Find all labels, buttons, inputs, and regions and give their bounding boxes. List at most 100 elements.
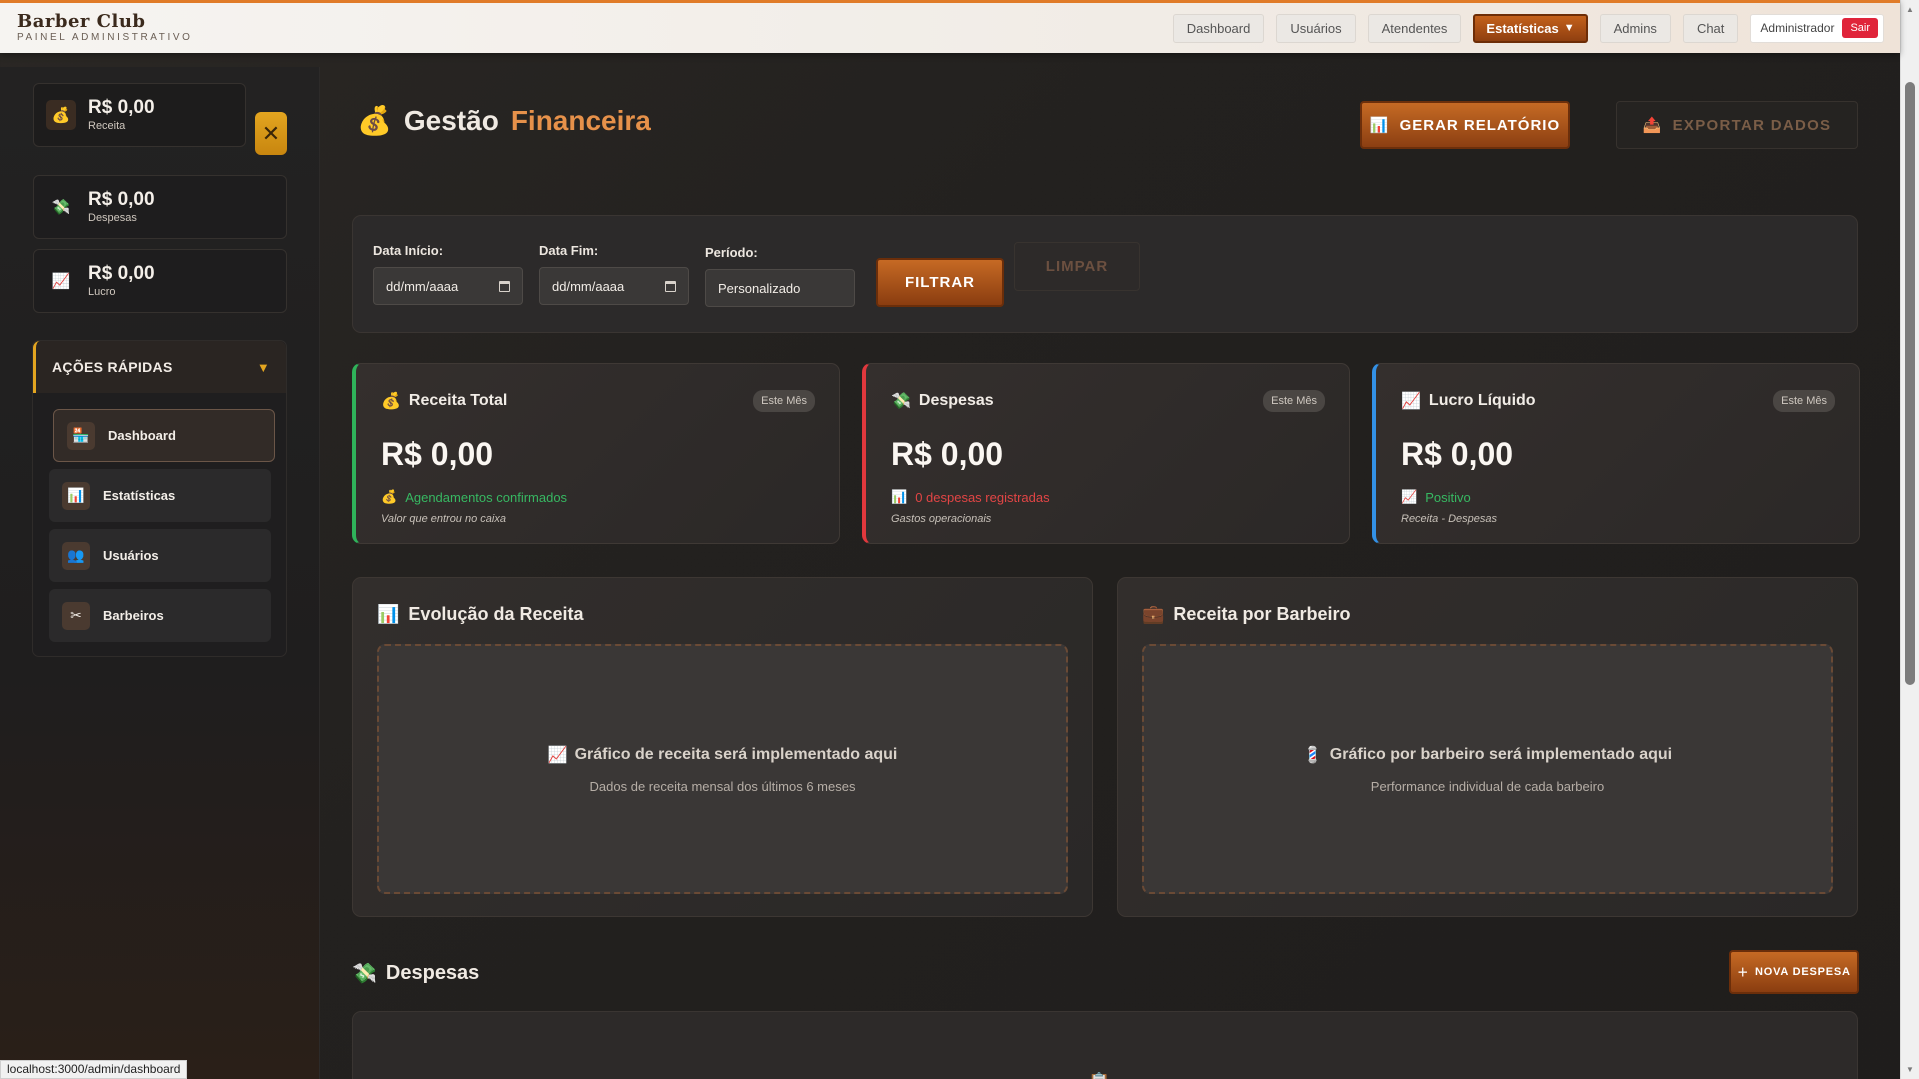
calendar-icon[interactable] bbox=[499, 280, 510, 292]
kpi-title-text: Receita Total bbox=[408, 392, 508, 409]
bar-chart-icon: 📊 bbox=[62, 481, 90, 510]
kpi-value: R$ 0,00 bbox=[1401, 436, 1514, 472]
main-content: 💰 Gestão Financeira 📊 GERAR RELATÓRIO 📤 … bbox=[321, 67, 1901, 1079]
period-label: Período: bbox=[705, 245, 758, 260]
chart-placeholder: 📈 Gráfico de receita será implementado a… bbox=[377, 644, 1068, 894]
nav-usuarios[interactable]: Usuários bbox=[1276, 13, 1356, 43]
nav-estatisticas-label: Estatísticas bbox=[1486, 20, 1559, 36]
stat-label: Lucro bbox=[88, 286, 116, 299]
quick-item-usuarios[interactable]: 👥 Usuários bbox=[49, 529, 271, 582]
scrollbar-thumb[interactable] bbox=[1905, 82, 1915, 685]
expenses-table: 📋 bbox=[352, 1011, 1858, 1079]
nav-admins[interactable]: Admins bbox=[1599, 13, 1671, 43]
generate-report-button[interactable]: 📊 GERAR RELATÓRIO bbox=[1360, 101, 1570, 149]
quick-item-label: Barbeiros bbox=[103, 608, 164, 623]
kpi-subtext-label: Agendamentos confirmados bbox=[405, 489, 568, 505]
start-date-input[interactable]: dd/mm/aaaa bbox=[373, 267, 523, 305]
nav-dashboard[interactable]: Dashboard bbox=[1172, 13, 1265, 43]
filter-panel: Data Início: dd/mm/aaaa Data Fim: dd/mm/… bbox=[352, 215, 1858, 333]
chart-placeholder-text: Gráfico por barbeiro será implementado a… bbox=[1329, 745, 1673, 763]
new-expense-button[interactable]: ＋ NOVA DESPESA bbox=[1729, 950, 1859, 994]
revenue-by-barber-card: 💼 Receita por Barbeiro 💈 Gráfico por bar… bbox=[1117, 577, 1858, 917]
period-badge: Este Mês bbox=[1263, 390, 1325, 412]
barber-person-icon: 💈 bbox=[1302, 746, 1323, 764]
kpi-note: Gastos operacionais bbox=[891, 513, 992, 525]
quick-actions-title: AÇÕES RÁPIDAS bbox=[52, 359, 173, 375]
chart-placeholder: 💈 Gráfico por barbeiro será implementado… bbox=[1142, 644, 1833, 894]
nav-estatisticas[interactable]: Estatísticas ▼ bbox=[1473, 13, 1588, 43]
barber-shop-icon: 🏪 bbox=[67, 421, 95, 450]
period-badge: Este Mês bbox=[1773, 390, 1835, 412]
period-select[interactable]: Personalizado bbox=[705, 269, 855, 307]
start-date-value: dd/mm/aaaa bbox=[386, 278, 459, 294]
triangle-down-icon: ▼ bbox=[256, 359, 270, 375]
kpi-title-text: Lucro Líquido bbox=[1428, 392, 1536, 409]
chart-placeholder-message: 💈 Gráfico por barbeiro será implementado… bbox=[1303, 745, 1672, 765]
quick-actions-toggle[interactable]: AÇÕES RÁPIDAS ▼ bbox=[33, 341, 286, 393]
sidebar-stat-lucro: 📈 R$ 0,00 Lucro bbox=[33, 249, 287, 313]
quick-actions-panel: AÇÕES RÁPIDAS ▼ 🏪 Dashboard 📊 Estatístic… bbox=[32, 340, 287, 657]
brand[interactable]: Barber Club PAINEL ADMINISTRATIVO bbox=[17, 13, 193, 43]
logout-button[interactable]: Sair bbox=[1842, 18, 1878, 38]
quick-item-barbeiros[interactable]: ✂ Barbeiros bbox=[49, 589, 271, 642]
quick-item-dashboard[interactable]: 🏪 Dashboard bbox=[53, 409, 275, 462]
kpi-value: R$ 0,00 bbox=[381, 436, 494, 472]
chart-title: 💼 Receita por Barbeiro bbox=[1142, 604, 1833, 625]
end-date-input[interactable]: dd/mm/aaaa bbox=[539, 267, 689, 305]
start-date-label: Data Início: bbox=[373, 243, 444, 258]
user-name: Administrador bbox=[1760, 21, 1835, 35]
filter-button[interactable]: FILTRAR bbox=[876, 258, 1004, 307]
money-bag-icon: 💰 bbox=[381, 489, 398, 504]
kpi-value: R$ 0,00 bbox=[891, 436, 1004, 472]
kpi-subtext-label: 0 despesas registradas bbox=[915, 489, 1050, 505]
chart-up-icon: 📈 bbox=[1401, 393, 1421, 410]
sidebar: 💰 R$ 0,00 Receita ✕ 💸 R$ 0,00 Despesas 📈… bbox=[0, 67, 320, 1079]
money-bag-icon: 💰 bbox=[381, 393, 401, 410]
scroll-down-icon[interactable]: ▼ bbox=[1906, 1065, 1914, 1074]
stat-value: R$ 0,00 bbox=[88, 96, 155, 118]
period-badge: Este Mês bbox=[753, 390, 815, 412]
end-date-group: Data Fim: dd/mm/aaaa bbox=[539, 243, 689, 305]
scissors-icon: ✂ bbox=[62, 601, 90, 630]
close-sidebar-button[interactable]: ✕ bbox=[255, 112, 287, 155]
revenue-evolution-card: 📊 Evolução da Receita 📈 Gráfico de recei… bbox=[352, 577, 1093, 917]
kpi-title-text: Despesas bbox=[918, 392, 994, 409]
close-icon: ✕ bbox=[261, 120, 281, 146]
bar-chart-icon: 📊 bbox=[1369, 117, 1390, 134]
calendar-icon[interactable] bbox=[665, 280, 676, 292]
money-bag-icon: 💰 bbox=[46, 100, 76, 130]
nav-chat[interactable]: Chat bbox=[1682, 13, 1739, 43]
kpi-note: Receita - Despesas bbox=[1401, 513, 1497, 525]
export-icon: 📤 bbox=[1642, 117, 1663, 134]
page-scrollbar[interactable]: ▲ ▼ bbox=[1900, 0, 1919, 1079]
kpi-subtext-label: Positivo bbox=[1425, 489, 1471, 505]
money-wings-icon: 💸 bbox=[352, 963, 377, 985]
clear-button[interactable]: LIMPAR bbox=[1014, 242, 1140, 291]
money-bag-icon: 💰 bbox=[357, 105, 392, 136]
status-bar-url: localhost:3000/admin/dashboard bbox=[0, 1060, 188, 1079]
kpi-receita-total: 💰 Receita Total Este Mês R$ 0,00 💰 Agend… bbox=[352, 363, 840, 544]
page-title-part1: Gestão bbox=[403, 104, 499, 136]
top-navbar: Barber Club PAINEL ADMINISTRATIVO Dashbo… bbox=[0, 0, 1900, 53]
nav-atendentes[interactable]: Atendentes bbox=[1367, 13, 1462, 43]
stat-label: Despesas bbox=[88, 212, 137, 225]
chart-title: 📊 Evolução da Receita bbox=[377, 604, 1068, 625]
kpi-subtext: 📈 Positivo bbox=[1401, 489, 1835, 505]
export-data-button[interactable]: 📤 EXPORTAR DADOS bbox=[1616, 101, 1858, 149]
quick-item-label: Estatísticas bbox=[103, 488, 176, 503]
generate-report-label: GERAR RELATÓRIO bbox=[1399, 116, 1561, 134]
end-date-label: Data Fim: bbox=[539, 243, 599, 258]
kpi-title: 📈 Lucro Líquido bbox=[1401, 391, 1536, 411]
scroll-up-icon[interactable]: ▲ bbox=[1906, 5, 1914, 14]
clipboard-icon: 📋 bbox=[1088, 1072, 1110, 1079]
kpi-title: 💰 Receita Total bbox=[381, 391, 507, 411]
bar-chart-icon: 📊 bbox=[891, 489, 908, 504]
chart-title-text: Receita por Barbeiro bbox=[1173, 604, 1351, 624]
money-wings-icon: 💸 bbox=[51, 199, 71, 216]
chart-placeholder-text: Gráfico de receita será implementado aqu… bbox=[574, 745, 898, 763]
money-wings-icon: 💸 bbox=[891, 393, 911, 410]
stat-value: R$ 0,00 bbox=[88, 262, 155, 284]
chart-title-text: Evolução da Receita bbox=[408, 604, 584, 624]
quick-item-estatisticas[interactable]: 📊 Estatísticas bbox=[49, 469, 271, 522]
quick-item-label: Dashboard bbox=[108, 428, 176, 443]
